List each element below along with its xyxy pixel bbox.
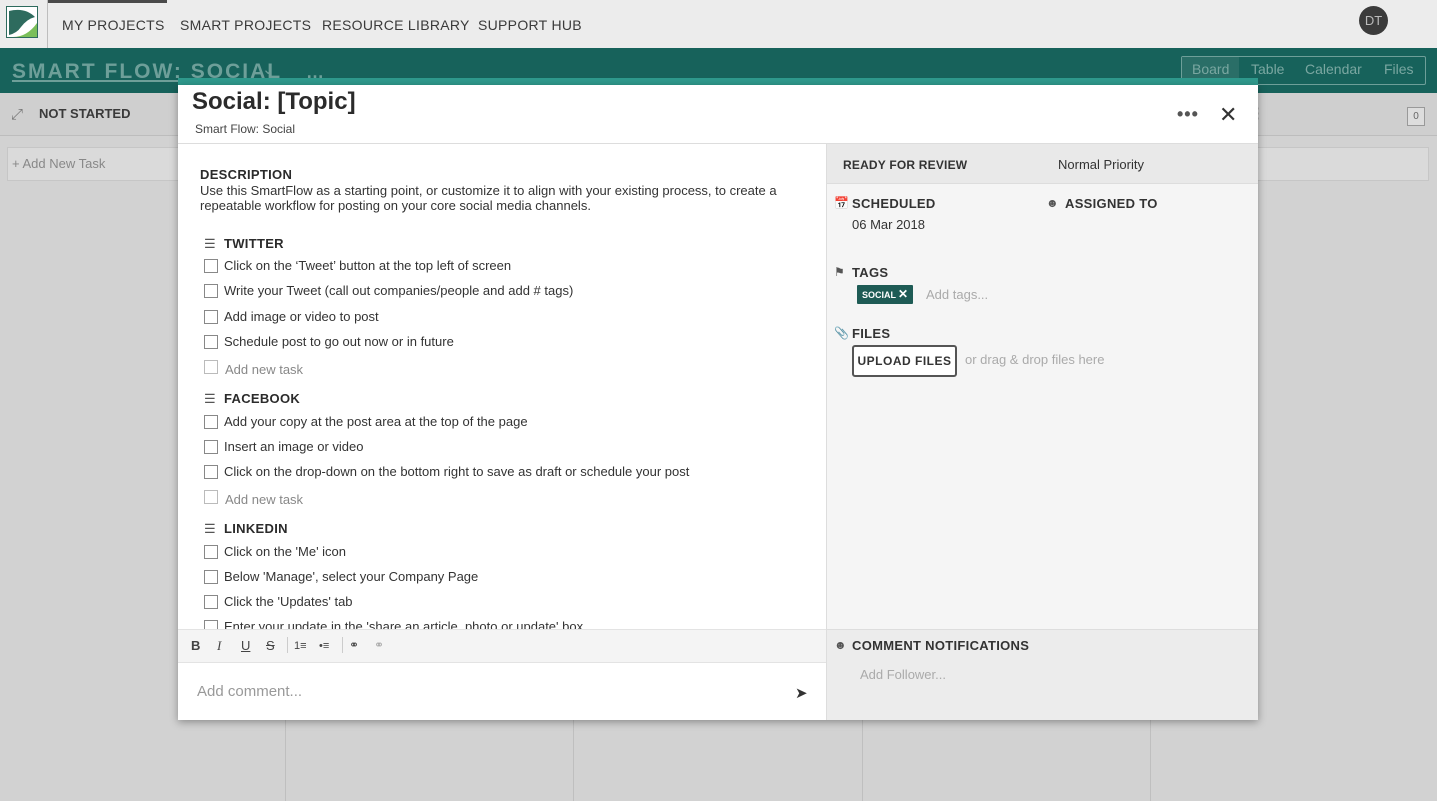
more-icon[interactable]: ••• <box>1177 104 1199 125</box>
nav-active-indicator <box>48 0 167 3</box>
tags-label: TAGS <box>852 265 889 280</box>
checklist-title-twitter[interactable]: TWITTER <box>224 236 284 251</box>
task-checkbox[interactable] <box>204 620 218 629</box>
checklist-item[interactable]: Click on the ‘Tweet’ button at the top l… <box>224 258 511 273</box>
calendar-icon: 📅 <box>834 196 849 210</box>
link-icon[interactable]: ⚭ <box>349 638 359 652</box>
toolbar-divider <box>287 637 288 653</box>
column-count-badge: 0 <box>1407 107 1425 126</box>
chevron-down-icon[interactable]: ⌄ <box>262 60 275 78</box>
user-icon: ☻ <box>1046 196 1059 210</box>
checklist-item[interactable]: Schedule post to go out now or in future <box>224 334 454 349</box>
new-task-checkbox <box>204 360 218 374</box>
checklist-icon: ☰ <box>204 521 216 536</box>
nav-my-projects[interactable]: MY PROJECTS <box>62 17 165 33</box>
description-text[interactable]: Use this SmartFlow as a starting point, … <box>200 183 790 213</box>
view-board-button[interactable]: Board <box>1192 61 1229 77</box>
checklist-item[interactable]: Insert an image or video <box>224 439 363 454</box>
checklist-icon: ☰ <box>204 236 216 251</box>
checklist-item[interactable]: Click on the drop-down on the bottom rig… <box>224 464 689 479</box>
description-label: DESCRIPTION <box>200 167 293 182</box>
task-checkbox[interactable] <box>204 465 218 479</box>
add-new-task-input[interactable]: Add new task <box>225 492 303 507</box>
checklist-item[interactable]: Enter your update in the 'share an artic… <box>224 619 583 629</box>
modal-accent-bar <box>178 78 1258 85</box>
checklist-item[interactable]: Add your copy at the post area at the to… <box>224 414 528 429</box>
comment-input[interactable]: Add comment... <box>197 683 302 700</box>
add-new-task-input[interactable]: Add new task <box>225 362 303 377</box>
drop-zone-hint[interactable]: or drag & drop files here <box>965 352 1104 367</box>
new-task-checkbox <box>204 490 218 504</box>
clipped-row: Enter your update in the 'share an artic… <box>178 618 826 629</box>
users-icon: ☻ <box>834 638 847 652</box>
nav-smart-projects[interactable]: SMART PROJECTS <box>180 17 311 33</box>
close-icon[interactable]: ✕ <box>1219 102 1237 128</box>
column-separator <box>285 720 286 801</box>
checklist-item[interactable]: Click on the 'Me' icon <box>224 544 346 559</box>
comment-notifications-label: COMMENT NOTIFICATIONS <box>852 638 1030 653</box>
unlink-icon[interactable]: ⚭ <box>374 638 384 652</box>
task-title[interactable]: Social: [Topic] <box>192 88 356 116</box>
ordered-list-icon[interactable]: 1≡ <box>294 640 307 652</box>
assigned-to-label[interactable]: ASSIGNED TO <box>1065 196 1158 211</box>
files-label: FILES <box>852 326 891 341</box>
user-avatar[interactable]: DT <box>1359 6 1388 35</box>
scheduled-label: SCHEDULED <box>852 196 936 211</box>
priority-dropdown[interactable]: Normal Priority <box>1058 157 1144 172</box>
status-dropdown[interactable]: READY FOR REVIEW <box>843 158 967 172</box>
upload-files-button[interactable]: UPLOAD FILES <box>852 345 957 377</box>
checklist-item[interactable]: Add image or video to post <box>224 309 379 324</box>
strikethrough-icon[interactable]: S <box>266 638 275 653</box>
view-files-button[interactable]: Files <box>1384 61 1414 77</box>
app-logo-icon <box>9 9 37 37</box>
view-calendar-button[interactable]: Calendar <box>1305 61 1362 77</box>
task-checkbox[interactable] <box>204 259 218 273</box>
app-logo[interactable] <box>6 6 38 38</box>
formatting-toolbar <box>178 629 826 663</box>
nav-support-hub[interactable]: SUPPORT HUB <box>478 17 582 33</box>
toolbar-divider <box>342 637 343 653</box>
view-table-button[interactable]: Table <box>1251 61 1284 77</box>
send-icon[interactable]: ➤ <box>795 684 808 702</box>
checklist-item[interactable]: Below 'Manage', select your Company Page <box>224 569 478 584</box>
tag-label: SOCIAL <box>862 290 897 300</box>
task-checkbox[interactable] <box>204 595 218 609</box>
task-checkbox[interactable] <box>204 335 218 349</box>
bullet-list-icon[interactable]: •≡ <box>319 640 329 652</box>
checklist-item[interactable]: Click the 'Updates' tab <box>224 594 353 609</box>
task-subtitle: Smart Flow: Social <box>195 122 296 136</box>
underline-icon[interactable]: U <box>241 638 250 653</box>
nav-resource-library[interactable]: RESOURCE LIBRARY <box>322 17 470 33</box>
task-checkbox[interactable] <box>204 440 218 454</box>
add-new-task-label[interactable]: + Add New Task <box>12 156 105 171</box>
collapse-icon[interactable]: ⤢ <box>11 106 23 123</box>
paperclip-icon: 📎 <box>834 326 849 340</box>
checklist-icon: ☰ <box>204 391 216 406</box>
tag-icon: ⚑ <box>834 265 845 279</box>
task-checkbox[interactable] <box>204 310 218 324</box>
scheduled-date[interactable]: 06 Mar 2018 <box>852 217 925 232</box>
bold-icon[interactable]: B <box>191 638 200 653</box>
column-separator <box>573 720 574 801</box>
italic-icon[interactable]: I <box>217 638 221 654</box>
task-checkbox[interactable] <box>204 570 218 584</box>
checklist-title-facebook[interactable]: FACEBOOK <box>224 391 300 406</box>
task-checkbox[interactable] <box>204 545 218 559</box>
column-separator <box>862 720 863 801</box>
task-checkbox[interactable] <box>204 415 218 429</box>
logo-divider <box>47 0 48 48</box>
add-follower-input[interactable]: Add Follower... <box>860 667 946 682</box>
task-checkbox[interactable] <box>204 284 218 298</box>
column-separator <box>1150 720 1151 801</box>
checklist-title-linkedin[interactable]: LINKEDIN <box>224 521 288 536</box>
checklist-item[interactable]: Write your Tweet (call out companies/peo… <box>224 283 573 298</box>
remove-tag-icon[interactable]: ✕ <box>898 287 908 301</box>
column-title: NOT STARTED <box>39 106 131 121</box>
tag-chip[interactable]: SOCIAL ✕ <box>857 285 914 304</box>
tags-input[interactable]: Add tags... <box>926 287 988 302</box>
